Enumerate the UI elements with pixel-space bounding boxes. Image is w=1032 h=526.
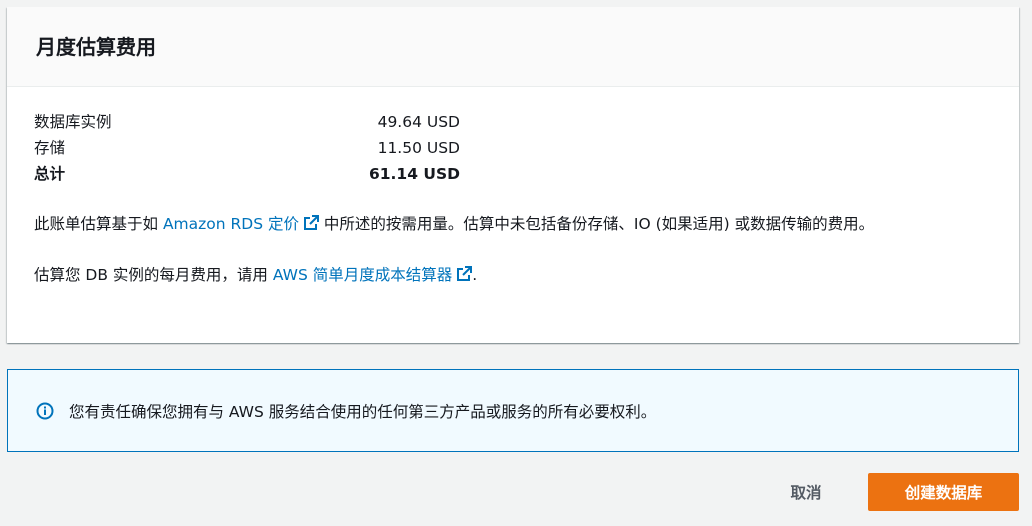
cost-label: 数据库实例 bbox=[34, 113, 112, 131]
rds-pricing-link-label: Amazon RDS 定价 bbox=[162, 215, 299, 233]
info-alert-text: 您有责任确保您拥有与 AWS 服务结合使用的任何第三方产品或服务的所有必要权利。 bbox=[69, 402, 657, 421]
cost-row-storage: 存储 11.50 USD bbox=[34, 135, 1019, 161]
cost-row-total: 总计 61.14 USD bbox=[34, 161, 1019, 187]
pricing-note-text-before: 此账单估算基于如 bbox=[34, 215, 163, 233]
info-icon bbox=[36, 402, 54, 419]
calculator-note: 估算您 DB 实例的每月费用，请用 AWS 简单月度成本结算器. bbox=[34, 262, 1019, 289]
external-link-icon bbox=[457, 266, 473, 281]
pricing-note: 此账单估算基于如 Amazon RDS 定价 中所述的按需用量。估算中未包括备份… bbox=[34, 211, 1000, 238]
total-value: 61.14 USD bbox=[368, 165, 460, 183]
cost-calculator-link-label: AWS 简单月度成本结算器 bbox=[272, 266, 453, 284]
cancel-button[interactable]: 取消 bbox=[770, 473, 842, 511]
cost-value: 49.64 USD bbox=[377, 113, 460, 131]
cost-row-instance: 数据库实例 49.64 USD bbox=[34, 109, 1019, 135]
calculator-note-text-after: . bbox=[472, 266, 478, 284]
total-label: 总计 bbox=[34, 165, 66, 183]
cost-value: 11.50 USD bbox=[377, 139, 460, 157]
rds-pricing-link[interactable]: Amazon RDS 定价 bbox=[163, 215, 319, 233]
cost-calculator-link[interactable]: AWS 简单月度成本结算器 bbox=[272, 266, 473, 284]
cost-label: 存储 bbox=[34, 139, 66, 157]
panel-title: 月度估算费用 bbox=[36, 35, 156, 59]
panel-header: 月度估算费用 bbox=[7, 7, 1019, 87]
panel-body: 数据库实例 49.64 USD 存储 11.50 USD 总计 61.14 US… bbox=[7, 87, 1019, 289]
create-database-button[interactable]: 创建数据库 bbox=[868, 473, 1019, 511]
info-alert: 您有责任确保您拥有与 AWS 服务结合使用的任何第三方产品或服务的所有必要权利。 bbox=[7, 369, 1019, 452]
pricing-note-text-after: 中所述的按需用量。估算中未包括备份存储、IO (如果适用) 或数据传输的费用。 bbox=[318, 215, 875, 233]
calculator-note-text-before: 估算您 DB 实例的每月费用，请用 bbox=[34, 266, 273, 284]
estimated-cost-panel: 月度估算费用 数据库实例 49.64 USD 存储 11.50 USD 总计 6… bbox=[7, 7, 1019, 343]
external-link-icon bbox=[303, 215, 319, 230]
